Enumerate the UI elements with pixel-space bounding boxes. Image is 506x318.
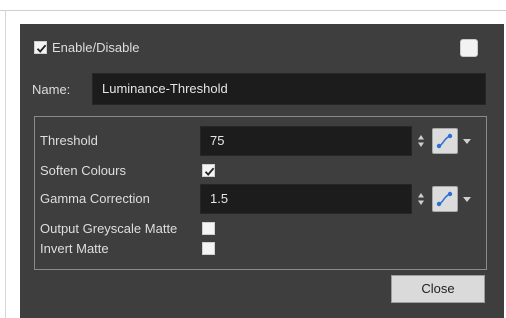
gamma-function-button[interactable]	[432, 186, 458, 212]
checkmark-icon	[36, 44, 47, 53]
chevron-down-icon[interactable]	[463, 139, 471, 144]
invert-matte-label: Invert Matte	[40, 241, 109, 256]
invert-matte-checkbox[interactable]	[202, 242, 215, 255]
function-curve-icon	[436, 133, 453, 149]
up-down-spinner-icon[interactable]	[417, 192, 425, 206]
name-field[interactable]: Luminance-Threshold	[92, 73, 486, 105]
close-button[interactable]: Close	[391, 275, 485, 303]
enable-label: Enable/Disable	[52, 40, 140, 55]
enable-checkbox[interactable]	[34, 41, 47, 54]
gamma-correction-input[interactable]: 1.5	[200, 184, 412, 214]
chevron-down-icon[interactable]	[463, 197, 471, 202]
threshold-input[interactable]: 75	[200, 126, 412, 156]
layer-properties-dialog: Enable/Disable Name: Luminance-Threshold…	[20, 24, 504, 318]
left-divider	[5, 10, 6, 318]
checkmark-icon	[204, 167, 215, 176]
soften-colours-label: Soften Colours	[40, 163, 126, 178]
name-label: Name:	[32, 82, 71, 97]
gamma-correction-label: Gamma Correction	[40, 191, 150, 206]
color-swatch-button[interactable]	[460, 39, 478, 57]
parameters-group: Threshold 75 Soften Colours Gamma Correc…	[34, 116, 487, 270]
threshold-function-button[interactable]	[432, 128, 458, 154]
top-divider	[0, 10, 506, 11]
up-down-spinner-icon[interactable]	[417, 134, 425, 148]
output-greyscale-matte-label: Output Greyscale Matte	[40, 221, 178, 236]
output-greyscale-matte-checkbox[interactable]	[202, 222, 215, 235]
soften-colours-checkbox[interactable]	[202, 164, 215, 177]
threshold-label: Threshold	[40, 133, 98, 148]
function-curve-icon	[436, 191, 453, 207]
